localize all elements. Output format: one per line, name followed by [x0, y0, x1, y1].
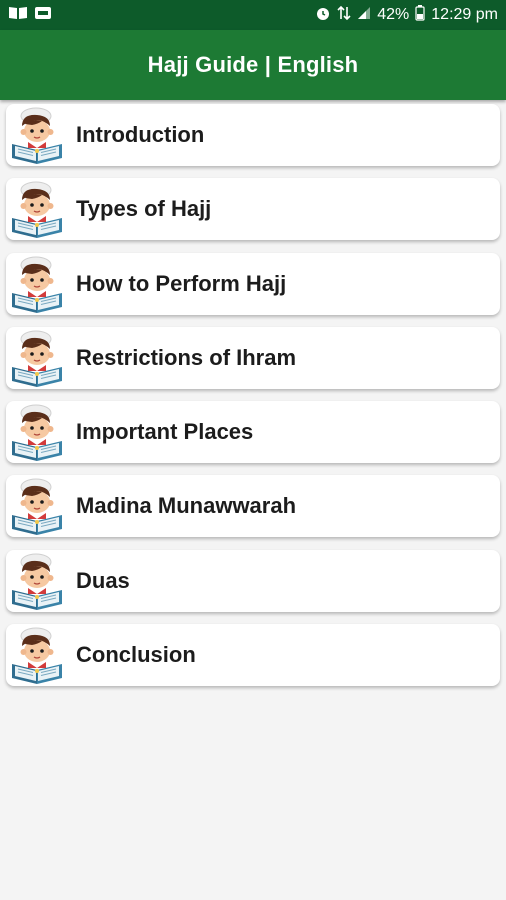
- status-bar-left: [8, 5, 52, 26]
- battery-percent: 42%: [377, 6, 410, 23]
- menu-item-conclusion[interactable]: Conclusion: [6, 624, 500, 687]
- status-bar: 42% 12:29 pm: [0, 0, 506, 30]
- menu-item-label: Conclusion: [76, 642, 196, 668]
- boy-reading-icon: [8, 624, 70, 686]
- app-title: Hajj Guide | English: [147, 52, 359, 77]
- menu-item-duas[interactable]: Duas: [6, 549, 500, 612]
- menu-item-label: Madina Munawwarah: [76, 493, 297, 519]
- menu-item-label: Introduction: [76, 122, 205, 147]
- battery-icon: [415, 4, 425, 26]
- boy-reading-icon: [8, 401, 70, 463]
- menu-item-types-of-hajj[interactable]: Types of Hajj: [6, 178, 500, 241]
- menu-list: Introduction Types of Hajj How to Perfor…: [6, 104, 500, 698]
- menu-item-how-to-perform-hajj[interactable]: How to Perform Hajj: [6, 252, 500, 315]
- menu-item-restrictions-of-ihram[interactable]: Restrictions of Ihram: [6, 326, 500, 389]
- menu-item-label: Restrictions of Ihram: [76, 344, 297, 370]
- menu-item-important-places[interactable]: Important Places: [6, 401, 500, 464]
- menu-item-label: Types of Hajj: [76, 196, 212, 222]
- wallet-icon: [34, 5, 52, 26]
- status-time: 12:29 pm: [431, 6, 498, 23]
- status-bar-right: 42% 12:29 pm: [315, 4, 498, 26]
- boy-reading-icon: [8, 550, 70, 612]
- menu-item-introduction[interactable]: Introduction: [6, 104, 500, 166]
- data-signal-icon: [337, 5, 351, 26]
- app-bar: Hajj Guide | English: [0, 30, 506, 100]
- boy-reading-icon: [8, 475, 70, 537]
- book-icon: [8, 5, 28, 26]
- boy-reading-icon: [8, 178, 70, 240]
- cell-signal-icon: [357, 6, 371, 25]
- boy-reading-icon: [8, 253, 70, 315]
- menu-item-label: How to Perform Hajj: [76, 270, 287, 296]
- alarm-icon: [315, 5, 331, 26]
- boy-reading-icon: [8, 327, 70, 389]
- menu-item-madina-munawwarah[interactable]: Madina Munawwarah: [6, 475, 500, 538]
- boy-reading-icon: [8, 104, 70, 166]
- menu-item-label: Important Places: [76, 419, 254, 445]
- menu-item-label: Duas: [76, 567, 130, 593]
